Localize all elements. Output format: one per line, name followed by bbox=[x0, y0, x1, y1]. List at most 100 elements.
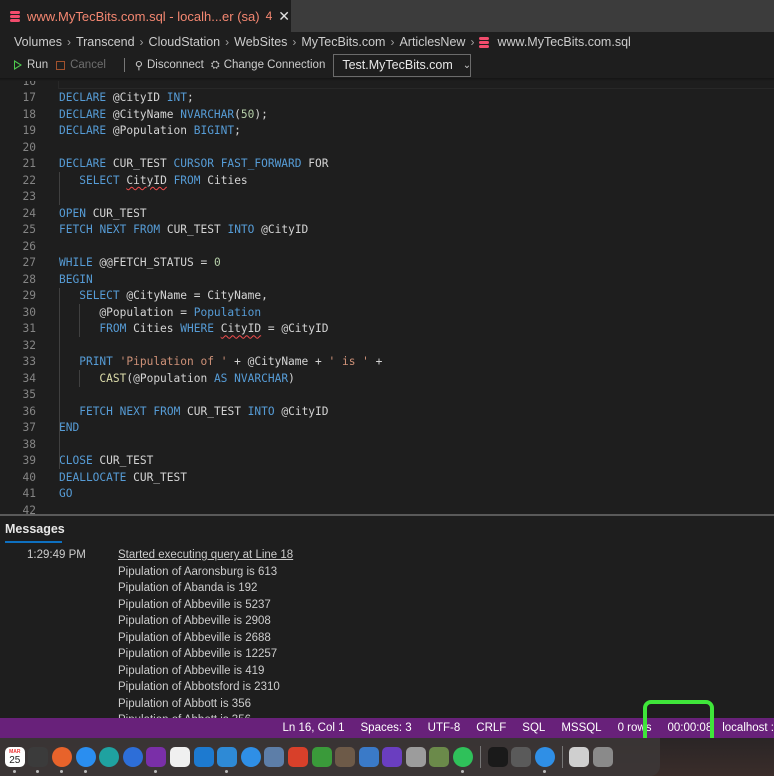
status-provider[interactable]: MSSQL bbox=[561, 722, 601, 734]
imovie-icon[interactable] bbox=[382, 747, 403, 767]
vscode-icon[interactable] bbox=[193, 747, 214, 767]
calendar-day: 25 bbox=[9, 754, 21, 766]
code-line[interactable]: 40 DEALLOCATE CUR_TEST bbox=[0, 469, 774, 486]
code-text: FETCH NEXT FROM CUR_TEST INTO @CityID bbox=[59, 223, 308, 236]
firefox-icon[interactable] bbox=[51, 747, 72, 773]
docker-icon[interactable] bbox=[240, 747, 261, 767]
status-language[interactable]: SQL bbox=[522, 722, 545, 734]
finance-app-icon[interactable] bbox=[429, 747, 450, 767]
onenote-icon[interactable] bbox=[146, 747, 167, 773]
whatsapp-icon[interactable] bbox=[453, 747, 474, 773]
code-line[interactable]: 20 bbox=[0, 139, 774, 156]
remote-desktop-icon[interactable] bbox=[287, 747, 308, 767]
line-number: 23 bbox=[22, 190, 36, 204]
safari-icon[interactable] bbox=[75, 747, 96, 773]
code-line[interactable]: 17 DECLARE @CityID INT; bbox=[0, 90, 774, 107]
code-token: 0 bbox=[213, 256, 221, 270]
firefox-dev-icon[interactable] bbox=[122, 747, 143, 767]
message-row: Pipulation of Abbott is 356 bbox=[118, 697, 251, 710]
breadcrumb-item-cloudstation[interactable]: CloudStation bbox=[149, 35, 221, 49]
code-line[interactable]: 41 GO bbox=[0, 486, 774, 503]
line-number: 24 bbox=[22, 206, 36, 220]
started-query-link[interactable]: Started executing query at Line 18 bbox=[118, 549, 293, 561]
running-indicator bbox=[154, 770, 158, 773]
code-token: WHERE bbox=[180, 322, 214, 336]
power-app-icon[interactable] bbox=[28, 747, 49, 773]
code-line[interactable]: 30 @Population = Population bbox=[0, 304, 774, 321]
code-line[interactable]: 42 bbox=[0, 502, 774, 514]
code-line[interactable]: 31 FROM Cities WHERE CityID = @CityID bbox=[0, 321, 774, 338]
change-connection-icon: ⛭ bbox=[210, 58, 220, 71]
dock-separator bbox=[479, 746, 481, 768]
code-line[interactable]: 38 bbox=[0, 436, 774, 453]
status-encoding[interactable]: UTF-8 bbox=[428, 722, 461, 734]
calendar-icon[interactable]: MAR 25 bbox=[4, 747, 25, 773]
code-line[interactable]: 23 bbox=[0, 189, 774, 206]
code-line[interactable]: 22 SELECT CityID FROM Cities bbox=[0, 172, 774, 189]
code-text: DEALLOCATE CUR_TEST bbox=[59, 471, 187, 484]
terminal-icon[interactable] bbox=[487, 747, 508, 767]
code-line[interactable]: 18 DECLARE @CityName NVARCHAR(50); bbox=[0, 106, 774, 123]
status-cursor-position[interactable]: Ln 16, Col 1 bbox=[283, 722, 345, 734]
change-connection-button[interactable]: ⛭ Change Connection bbox=[211, 59, 325, 72]
code-text: SELECT CityID FROM Cities bbox=[59, 174, 247, 187]
message-row: Pipulation of Abbeville is 419 bbox=[118, 664, 265, 677]
code-token: FROM bbox=[153, 404, 181, 418]
code-line[interactable]: 27 WHILE @@FETCH_STATUS = 0 bbox=[0, 255, 774, 272]
code-line[interactable]: 34 CAST(@Population AS NVARCHAR) bbox=[0, 370, 774, 387]
edge-icon[interactable] bbox=[99, 747, 120, 767]
status-eol[interactable]: CRLF bbox=[476, 722, 506, 734]
editor-tab-active[interactable]: www.MyTecBits.com.sql - localh...er (sa)… bbox=[0, 0, 291, 32]
code-editor[interactable]: 16 17 DECLARE @CityID INT; 18 DECLARE @CityN… bbox=[0, 78, 774, 514]
scrivener-icon[interactable] bbox=[311, 747, 332, 767]
calculator-icon[interactable] bbox=[511, 747, 532, 767]
azure-data-studio-icon[interactable] bbox=[217, 747, 238, 773]
code-token: FAST_FORWARD bbox=[220, 157, 302, 171]
breadcrumb-item-file[interactable]: www.MyTecBits.com.sql bbox=[479, 35, 631, 49]
downloads-stack-icon[interactable] bbox=[569, 747, 590, 767]
virtualbox-icon[interactable] bbox=[264, 747, 285, 767]
breadcrumb-item-websites[interactable]: WebSites bbox=[234, 35, 287, 49]
code-line[interactable]: 26 bbox=[0, 238, 774, 255]
launchpad-icon[interactable] bbox=[405, 747, 426, 767]
messages-panel: Messages 1:29:49 PM Started executing qu… bbox=[0, 516, 774, 718]
disconnect-button[interactable]: ⚲ Disconnect bbox=[135, 59, 204, 72]
close-icon[interactable]: ✕ bbox=[278, 8, 290, 25]
code-line[interactable]: 24 OPEN CUR_TEST bbox=[0, 205, 774, 222]
status-server[interactable]: localhost : bbox=[722, 722, 774, 734]
breadcrumb-item-mytecbits[interactable]: MyTecBits.com bbox=[301, 35, 385, 49]
code-line[interactable]: 33 PRINT 'Pipulation of ' + @CityName + … bbox=[0, 354, 774, 371]
code-line[interactable]: 32 bbox=[0, 337, 774, 354]
code-line[interactable]: 36 FETCH NEXT FROM CUR_TEST INTO @CityID bbox=[0, 403, 774, 420]
textedit-icon[interactable] bbox=[169, 747, 190, 767]
trash-icon[interactable] bbox=[593, 747, 614, 767]
code-line[interactable]: 28 BEGIN bbox=[0, 271, 774, 288]
code-line[interactable]: 19 DECLARE @Population BIGINT; bbox=[0, 123, 774, 140]
run-button[interactable]: Run bbox=[14, 59, 48, 71]
breadcrumb: Volumes › Transcend › CloudStation › Web… bbox=[0, 32, 774, 52]
code-line[interactable]: 29 SELECT @CityName = CityName, bbox=[0, 288, 774, 305]
cancel-button[interactable]: Cancel bbox=[56, 59, 106, 71]
code-token: FROM bbox=[99, 322, 127, 336]
docker-desktop-icon[interactable] bbox=[534, 747, 555, 773]
breadcrumb-item-volumes[interactable]: Volumes bbox=[14, 35, 62, 49]
code-line[interactable]: 39 CLOSE CUR_TEST bbox=[0, 453, 774, 470]
quicktime-icon[interactable] bbox=[358, 747, 379, 767]
dock-separator bbox=[561, 746, 563, 768]
tab-messages[interactable]: Messages bbox=[5, 522, 65, 536]
code-line[interactable]: 21 DECLARE CUR_TEST CURSOR FAST_FORWARD F… bbox=[0, 156, 774, 173]
breadcrumb-item-transcend[interactable]: Transcend bbox=[76, 35, 135, 49]
gimp-icon[interactable] bbox=[335, 747, 356, 767]
database-select[interactable]: Test.MyTecBits.com ⌄ bbox=[333, 53, 472, 77]
line-number: 42 bbox=[22, 503, 36, 514]
breadcrumb-item-articlesnew[interactable]: ArticlesNew bbox=[399, 35, 465, 49]
message-list: Started executing query at Line 18 Pipul… bbox=[118, 549, 293, 718]
code-token: ) bbox=[288, 371, 295, 385]
code-line[interactable]: 37 END bbox=[0, 420, 774, 437]
code-line[interactable]: 35 bbox=[0, 387, 774, 404]
code-line[interactable]: 25 FETCH NEXT FROM CUR_TEST INTO @CityID bbox=[0, 222, 774, 239]
status-indentation[interactable]: Spaces: 3 bbox=[361, 722, 412, 734]
